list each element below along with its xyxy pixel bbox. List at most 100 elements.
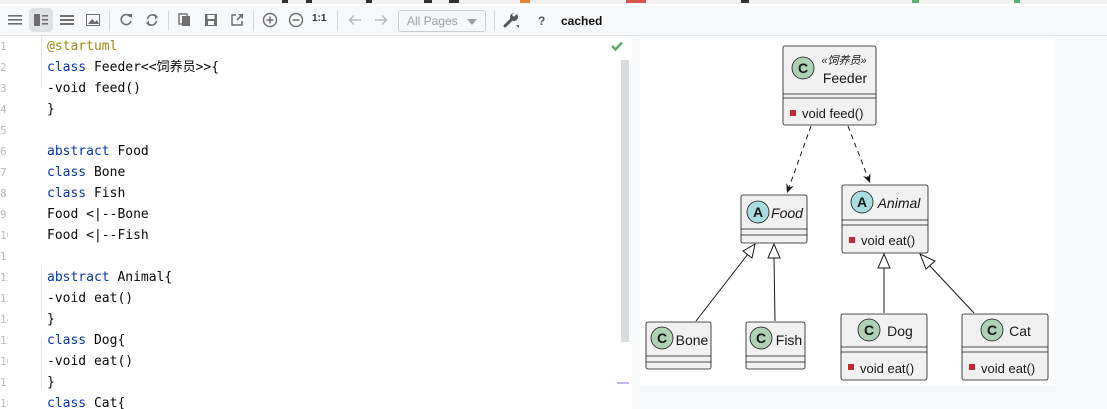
class-cat: C Cat void eat() <box>961 313 1049 381</box>
code-line[interactable]: class Fish <box>47 183 125 204</box>
plantuml-editor-window: 1:1 All Pages ? cached 12345678910111213… <box>0 0 1107 409</box>
class-name: Fish <box>776 332 802 348</box>
private-method-icon <box>849 237 855 243</box>
editor-only-layout-button[interactable] <box>3 8 27 32</box>
keyword-token: abstract <box>47 270 118 285</box>
keyword-token: class <box>47 396 94 409</box>
dependency-feeder-food <box>786 125 812 194</box>
help-button[interactable]: ? <box>538 14 545 28</box>
code-line[interactable]: -void feed() <box>47 78 141 99</box>
fold-guide <box>41 266 42 318</box>
code-line[interactable]: class Feeder<<饲养员>>{ <box>47 57 219 78</box>
zoom-in-button[interactable] <box>258 8 282 32</box>
line-number: 6 <box>0 145 7 158</box>
badge-letter: A <box>857 194 867 210</box>
code-line[interactable]: Food <|--Fish <box>47 225 149 246</box>
code-text-token: Food <|--Fish <box>47 228 149 243</box>
line-number: 1 <box>0 40 7 53</box>
line-number-gutter: 123456789101112131415161718 <box>0 36 38 409</box>
code-line[interactable]: class Cat{ <box>47 393 125 409</box>
code-text-token: -void feed() <box>47 81 141 96</box>
code-line[interactable]: } <box>47 309 55 330</box>
code-line[interactable]: Food <|--Bone <box>47 204 149 225</box>
actual-size-button[interactable]: 1:1 <box>312 13 326 24</box>
line-number: 18 <box>0 397 8 409</box>
inherit-arrow-head <box>919 253 936 270</box>
menu-lines-icon <box>8 15 22 25</box>
code-text-token: Food <box>117 144 149 159</box>
inherit-bone-food <box>695 253 749 322</box>
class-name: Food <box>771 205 804 221</box>
code-text-token: Feeder<<饲养员>>{ <box>93 60 220 75</box>
inherit-arrow-head <box>877 252 891 269</box>
editor-scrollbar[interactable] <box>621 60 629 342</box>
previous-page-button[interactable] <box>343 8 367 32</box>
code-line[interactable]: @startuml <box>47 36 117 57</box>
badge-letter: C <box>987 322 997 338</box>
fold-guide <box>41 337 42 389</box>
inherit-cat-animal <box>929 265 975 314</box>
class-method: void eat() <box>860 361 914 376</box>
class-method: void eat() <box>981 361 1035 376</box>
class-dog: C Dog void eat() <box>840 313 928 381</box>
pages-select-value: All Pages <box>407 14 458 28</box>
refresh-button[interactable] <box>114 8 138 32</box>
pages-select[interactable]: All Pages <box>398 10 486 32</box>
line-number: 3 <box>0 82 7 95</box>
next-page-button[interactable] <box>369 8 393 32</box>
keyword-token: class <box>47 165 94 180</box>
dependency-feeder-animal <box>847 125 871 184</box>
code-line[interactable]: class Bone <box>47 162 125 183</box>
zoom-in-icon <box>262 12 278 28</box>
class-animal: A Animal void eat() <box>841 184 929 254</box>
keyword-token: class <box>47 186 94 201</box>
class-food: A Food <box>740 194 808 244</box>
copy-button[interactable] <box>173 8 197 32</box>
line-number: 12 <box>0 271 8 284</box>
line-number: 13 <box>0 292 8 305</box>
private-method-icon <box>790 110 796 116</box>
zoom-out-button[interactable] <box>284 8 308 32</box>
code-text-token: } <box>47 102 55 117</box>
zoom-out-icon <box>288 12 304 28</box>
code-line[interactable]: } <box>47 99 55 120</box>
code-text-token: Bone <box>93 165 126 180</box>
code-text-token: Cat{ <box>93 396 126 409</box>
class-fish: C Fish <box>745 321 806 370</box>
chevron-down-icon <box>467 19 477 25</box>
settings-button[interactable] <box>499 8 523 32</box>
reload-button[interactable] <box>140 8 164 32</box>
line-number: 11 <box>0 250 8 263</box>
preview-toolbar: 1:1 All Pages ? cached <box>0 6 1107 36</box>
check-icon <box>611 41 623 51</box>
badge-letter: C <box>798 60 808 76</box>
tab-strip-edge <box>0 0 1107 4</box>
code-line[interactable]: -void eat() <box>47 288 133 309</box>
save-button[interactable] <box>199 8 223 32</box>
line-number: 9 <box>0 208 7 221</box>
cache-status-label: cached <box>561 14 603 28</box>
sync-icon <box>146 14 158 26</box>
code-line[interactable]: -void eat() <box>47 351 133 372</box>
code-line[interactable]: abstract Food <box>47 141 149 162</box>
fold-guide <box>41 36 42 88</box>
preview-only-layout-button[interactable] <box>55 8 79 32</box>
split-layout-button[interactable] <box>29 8 53 32</box>
scroll-marker <box>617 382 629 384</box>
image-preview-button[interactable] <box>81 8 105 32</box>
open-external-button[interactable] <box>225 8 249 32</box>
class-name: Bone <box>676 332 709 348</box>
code-line[interactable]: abstract Animal{ <box>47 267 172 288</box>
code-line[interactable]: } <box>47 372 55 393</box>
line-number: 16 <box>0 355 8 368</box>
class-name: Animal <box>877 195 922 211</box>
badge-letter: C <box>756 330 766 346</box>
line-number: 17 <box>0 376 8 389</box>
inherit-arrow-head <box>767 242 781 259</box>
code-line[interactable]: class Dog{ <box>47 330 125 351</box>
code-editor[interactable]: 123456789101112131415161718 @startumlcla… <box>0 36 632 409</box>
class-stereotype: «饲养员» <box>821 54 866 67</box>
diagram-canvas: C «饲养员» Feeder void feed() A Food A Anim… <box>645 45 1049 381</box>
line-number: 14 <box>0 313 8 326</box>
line-number: 4 <box>0 103 7 116</box>
